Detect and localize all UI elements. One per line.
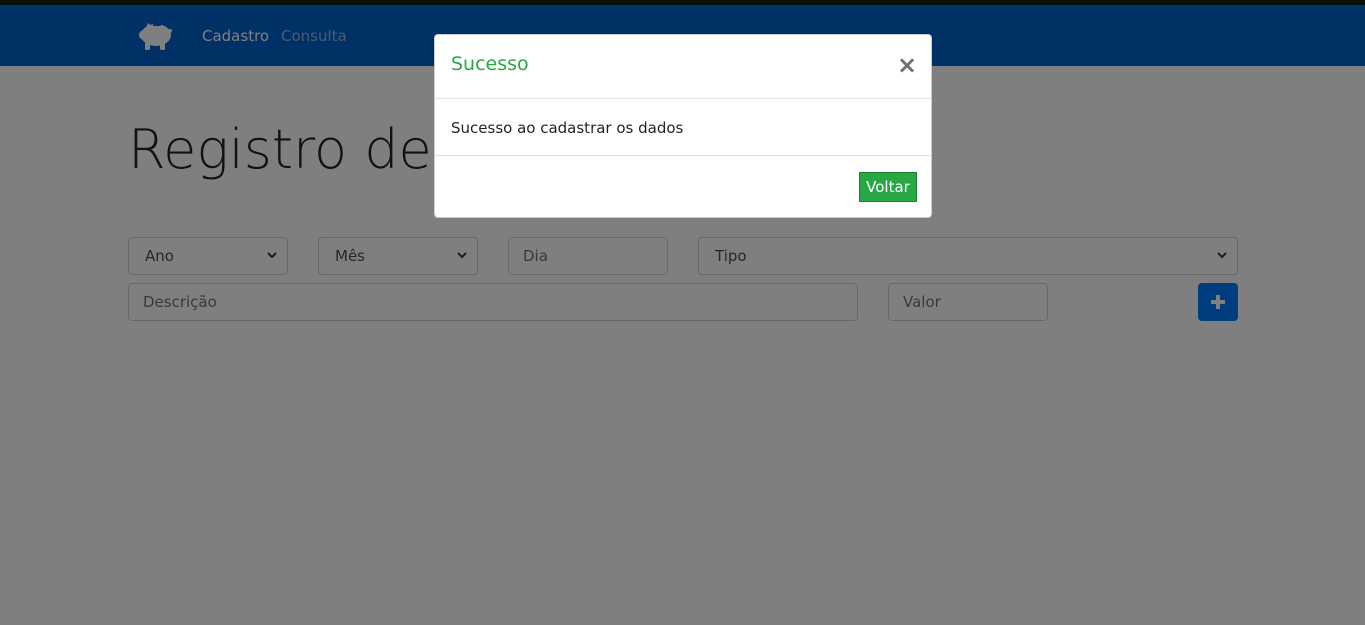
modal-message: Sucesso ao cadastrar os dados (451, 119, 684, 137)
modal-title: Sucesso (451, 53, 529, 75)
success-modal: Sucesso × Sucesso ao cadastrar os dados … (434, 34, 932, 218)
modal-body: Sucesso ao cadastrar os dados (435, 99, 931, 156)
close-icon[interactable]: × (897, 53, 917, 77)
modal-header: Sucesso × (435, 35, 931, 99)
voltar-button[interactable]: Voltar (859, 172, 917, 202)
